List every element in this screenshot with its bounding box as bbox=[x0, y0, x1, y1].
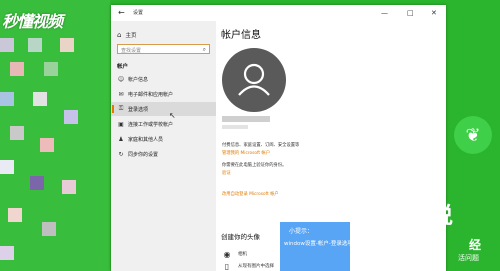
search-input[interactable]: 查找设置 ⌕ bbox=[117, 44, 210, 54]
avatar-section-heading: 创建你的头像 bbox=[221, 233, 260, 241]
brand-watermark: 秒懂视频 bbox=[2, 12, 63, 31]
user-silhouette-icon bbox=[238, 63, 270, 96]
manage-account-link[interactable]: 管理我的 Microsoft 帐户 bbox=[222, 150, 270, 156]
blurred-desktop-background bbox=[0, 0, 110, 271]
account-name-redacted bbox=[222, 116, 270, 122]
people-icon: ♟ bbox=[118, 135, 124, 143]
sidebar-item-label: 帐户信息 bbox=[128, 76, 149, 83]
home-icon: ⌂ bbox=[117, 31, 122, 39]
sidebar-home[interactable]: ⌂ 主页 bbox=[117, 30, 136, 40]
sidebar-item-label: 电子邮件和应用帐户 bbox=[128, 91, 174, 98]
search-icon: ⌕ bbox=[202, 46, 206, 53]
page-title: 帐户信息 bbox=[221, 30, 261, 41]
maximize-button[interactable]: □ bbox=[407, 8, 414, 18]
tip-text: window设置-帐户-登录选项 bbox=[284, 241, 353, 247]
picture-icon: ▯ bbox=[224, 261, 230, 271]
sidebar-section-title: 帐户 bbox=[117, 64, 129, 70]
verify-identity-text: 你需要在此电脑上验证你的身份。 bbox=[222, 163, 287, 168]
sidebar-item-sign-in-options[interactable]: ⚿ 登录选项 bbox=[111, 102, 216, 116]
camera-option-label: 相机 bbox=[238, 252, 247, 257]
mouse-cursor-icon: ↖ bbox=[169, 111, 176, 120]
mail-icon: ✉ bbox=[118, 90, 124, 98]
sidebar-item-sync[interactable]: ↻ 同步你的设置 bbox=[111, 147, 216, 161]
browse-picture-label: 从现有图片中选择 bbox=[238, 264, 274, 269]
person-icon: ☺ bbox=[117, 75, 125, 83]
sync-icon: ↻ bbox=[118, 150, 124, 158]
app-title: 设置 bbox=[133, 10, 144, 16]
close-button[interactable]: ✕ bbox=[431, 8, 437, 18]
side-watermark-title: 经 bbox=[469, 238, 482, 252]
sidebar-item-account-info[interactable]: ☺ 帐户信息 bbox=[111, 72, 216, 86]
local-account-link[interactable]: 改用自动登录 Microsoft 帐户 bbox=[222, 191, 279, 197]
sidebar-item-family[interactable]: ♟ 家庭和其他人员 bbox=[111, 132, 216, 146]
sidebar-item-email-accounts[interactable]: ✉ 电子邮件和应用帐户 bbox=[111, 87, 216, 101]
sidebar: ⌂ 主页 查找设置 ⌕ 帐户 ☺ 帐户信息 ✉ 电子邮件和应用帐户 ⚿ 登录选项… bbox=[111, 21, 216, 271]
baike-watermark-subtitle: 助你轻松解决 bbox=[368, 228, 440, 241]
billing-info-text: 付费信息、家庭设置、订阅、安全设置等 bbox=[222, 143, 300, 148]
tip-box: 小提示： window设置-帐户-登录选项 bbox=[280, 222, 353, 271]
search-placeholder: 查找设置 bbox=[121, 48, 142, 54]
home-label: 主页 bbox=[125, 33, 137, 39]
title-bar: ← 设置 — □ ✕ bbox=[111, 5, 446, 21]
sidebar-item-label: 连接工作或学校帐户 bbox=[128, 121, 174, 128]
camera-option[interactable]: ◉ 相机 bbox=[222, 249, 248, 259]
verify-link[interactable]: 验证 bbox=[222, 170, 231, 176]
account-email-redacted bbox=[222, 125, 248, 129]
camera-icon: ◉ bbox=[223, 249, 231, 259]
sidebar-item-label: 家庭和其他人员 bbox=[128, 136, 164, 143]
leaf-logo-icon: ❦ bbox=[454, 116, 492, 154]
side-watermark-subtitle: 活问题 bbox=[458, 254, 479, 262]
sidebar-item-label: 同步你的设置 bbox=[128, 151, 159, 158]
sidebar-item-work-school[interactable]: ▣ 连接工作或学校帐户 bbox=[111, 117, 216, 131]
sidebar-item-label: 登录选项 bbox=[128, 106, 149, 113]
back-arrow-icon[interactable]: ← bbox=[118, 8, 125, 18]
tip-title: 小提示： bbox=[289, 228, 314, 235]
avatar bbox=[222, 48, 286, 112]
briefcase-icon: ▣ bbox=[118, 120, 124, 128]
selection-accent bbox=[112, 105, 114, 113]
browse-picture-option[interactable]: ▯ 从现有图片中选择 bbox=[222, 261, 274, 271]
minimize-button[interactable]: — bbox=[381, 8, 388, 18]
key-icon: ⚿ bbox=[118, 105, 124, 112]
